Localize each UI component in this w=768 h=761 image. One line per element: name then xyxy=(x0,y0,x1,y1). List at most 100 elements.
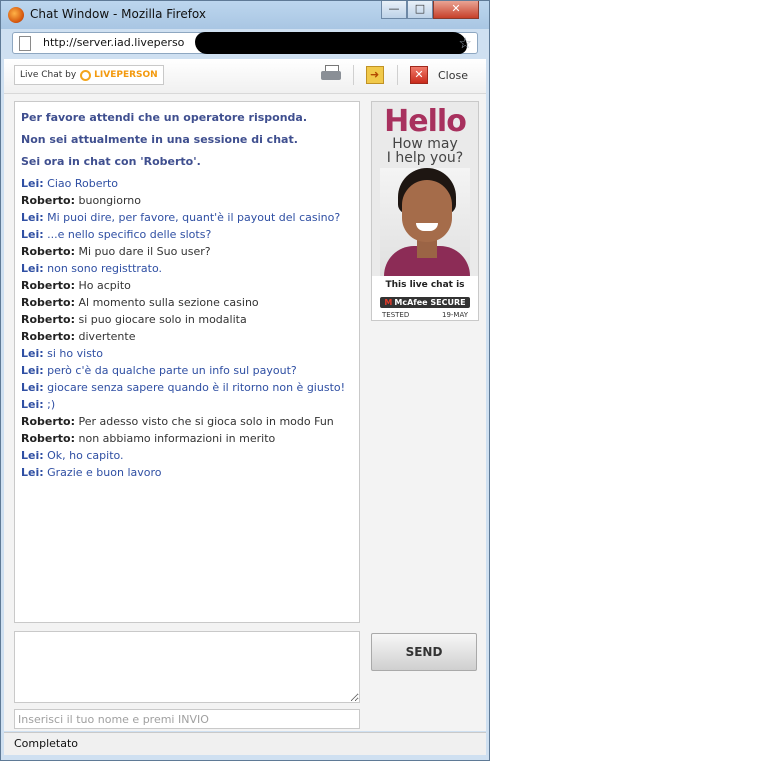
close-window-button[interactable]: ✕ xyxy=(433,1,479,19)
message-text: ;) xyxy=(47,398,56,411)
browser-window: Chat Window - Mozilla Firefox — □ ✕ http… xyxy=(0,0,490,761)
badge-prefix: Live Chat by xyxy=(20,70,77,80)
mcafee-label: McAfee SECURE xyxy=(394,298,466,307)
message-text: divertente xyxy=(78,330,136,343)
message-text: Mi puoi dire, per favore, quant'è il pay… xyxy=(47,211,341,224)
printer-body xyxy=(321,71,341,80)
print-button[interactable] xyxy=(321,65,341,83)
message-input[interactable] xyxy=(14,631,360,703)
message-text: giocare senza sapere quando è il ritorno… xyxy=(47,381,346,394)
window-title: Chat Window - Mozilla Firefox xyxy=(30,7,207,21)
system-message: Per favore attendi che un operatore risp… xyxy=(21,111,308,124)
message-text: ...e nello specifico delle slots? xyxy=(47,228,212,241)
message-text: buongiorno xyxy=(78,194,141,207)
message-sender: Lei: xyxy=(21,466,44,479)
message-sender: Roberto: xyxy=(21,245,76,258)
message-text: si puo giocare solo in modalita xyxy=(78,313,247,326)
message-text: Ho acpito xyxy=(78,279,131,292)
send-button[interactable]: SEND xyxy=(371,633,477,671)
chat-message: Lei: Ciao Roberto xyxy=(21,177,353,190)
chat-message: Roberto: Ho acpito xyxy=(21,279,353,292)
chat-message: Lei: Ok, ho capito. xyxy=(21,449,353,462)
chat-message: Lei: ...e nello specifico delle slots? xyxy=(21,228,353,241)
chat-message: Roberto: Mi puo dare il Suo user? xyxy=(21,245,353,258)
url-text[interactable]: http://server.iad.liveperso xyxy=(43,36,184,49)
help-ad-banner[interactable]: Hello How may I help you? This live chat… xyxy=(371,101,479,321)
chat-message: Roberto: non abbiamo informazioni in mer… xyxy=(21,432,353,445)
message-text: si ho visto xyxy=(47,347,103,360)
maximize-button[interactable]: □ xyxy=(407,1,433,19)
message-sender: Lei: xyxy=(21,262,44,275)
message-text: Per adesso visto che si gioca solo in mo… xyxy=(78,415,334,428)
liveperson-logo-icon xyxy=(80,69,92,81)
page-icon xyxy=(19,36,31,51)
tested-date: 19-MAY xyxy=(442,311,468,319)
photo-face xyxy=(402,180,452,242)
message-sender: Lei: xyxy=(21,228,44,241)
window-controls: — □ ✕ xyxy=(381,1,479,20)
message-text: però c'è da qualche parte un info sul pa… xyxy=(47,364,297,377)
toolbar-divider xyxy=(397,65,398,85)
tested-row: TESTED 19-MAY xyxy=(372,311,478,319)
chat-message: Lei: ;) xyxy=(21,398,353,411)
liveperson-badge: Live Chat by LIVEPERSON xyxy=(14,65,164,85)
chat-message: Roberto: si puo giocare solo in modalita xyxy=(21,313,353,326)
close-chat-button[interactable]: Close xyxy=(438,69,468,82)
chat-message: Roberto: divertente xyxy=(21,330,353,343)
close-icon[interactable]: ✕ xyxy=(410,66,428,84)
status-bar: Completato xyxy=(4,732,486,755)
bookmark-star-icon[interactable]: ☆ xyxy=(459,34,472,52)
mcafee-badge-area: This live chat is M McAfee SECURE TESTED … xyxy=(372,276,478,320)
mcafee-shield-icon: M xyxy=(384,298,393,307)
chat-message: Lei: giocare senza sapere quando è il ri… xyxy=(21,381,353,394)
message-sender: Roberto: xyxy=(21,313,76,326)
message-text: non sono registtrato. xyxy=(47,262,163,275)
email-transcript-button[interactable]: ➜ xyxy=(366,66,384,84)
message-sender: Roberto: xyxy=(21,296,76,309)
name-input[interactable] xyxy=(14,709,360,729)
ad-hello-text: Hello xyxy=(384,104,467,139)
message-text: non abbiamo informazioni in merito xyxy=(78,432,276,445)
chat-message: Lei: si ho visto xyxy=(21,347,353,360)
ad-line-2: I help you? xyxy=(386,150,464,166)
chat-message: Roberto: Per adesso visto che si gioca s… xyxy=(21,415,353,428)
tested-label: TESTED xyxy=(382,311,410,319)
message-sender: Roberto: xyxy=(21,432,76,445)
badge-caption: This live chat is xyxy=(385,280,465,290)
message-text: Mi puo dare il Suo user? xyxy=(78,245,211,258)
message-sender: Roberto: xyxy=(21,415,76,428)
chat-message: Lei: però c'è da qualche parte un info s… xyxy=(21,364,353,377)
message-text: Grazie e buon lavoro xyxy=(47,466,162,479)
chat-transcript[interactable]: Per favore attendi che un operatore risp… xyxy=(14,101,360,623)
message-sender: Lei: xyxy=(21,398,44,411)
message-sender: Roberto: xyxy=(21,330,76,343)
message-text: Ok, ho capito. xyxy=(47,449,124,462)
message-list: Lei: Ciao Roberto Roberto: buongiorno Lei:… xyxy=(21,177,353,479)
message-text: Al momento sulla sezione casino xyxy=(78,296,259,309)
minimize-button[interactable]: — xyxy=(381,1,407,19)
address-bar[interactable]: http://server.iad.liveperso ☆ xyxy=(12,32,478,54)
chat-message: Roberto: buongiorno xyxy=(21,194,353,207)
toolbar-divider xyxy=(353,65,354,85)
message-sender: Lei: xyxy=(21,364,44,377)
system-message: Sei ora in chat con 'Roberto'. xyxy=(21,155,201,168)
system-message: Non sei attualmente in una sessione di c… xyxy=(21,133,298,146)
message-sender: Lei: xyxy=(21,449,44,462)
status-text: Completato xyxy=(14,737,79,750)
message-sender: Roberto: xyxy=(21,194,76,207)
chat-page: Live Chat by LIVEPERSON ➜ ✕ Close Per fa… xyxy=(4,59,486,731)
chat-message: Lei: Mi puoi dire, per favore, quant'è i… xyxy=(21,211,353,224)
title-bar[interactable]: Chat Window - Mozilla Firefox — □ ✕ xyxy=(1,1,489,29)
chat-message: Lei: non sono registtrato. xyxy=(21,262,353,275)
chat-toolbar: Live Chat by LIVEPERSON ➜ ✕ Close xyxy=(4,59,486,94)
message-sender: Lei: xyxy=(21,177,44,190)
transcript-icon: ➜ xyxy=(370,68,380,81)
message-sender: Lei: xyxy=(21,381,44,394)
operator-photo xyxy=(380,168,470,276)
badge-brand: LIVEPERSON xyxy=(94,70,158,80)
message-sender: Roberto: xyxy=(21,279,76,292)
redaction-mark xyxy=(195,32,467,54)
mcafee-secure-badge[interactable]: M McAfee SECURE xyxy=(380,297,470,308)
message-text: Ciao Roberto xyxy=(47,177,119,190)
message-sender: Lei: xyxy=(21,211,44,224)
